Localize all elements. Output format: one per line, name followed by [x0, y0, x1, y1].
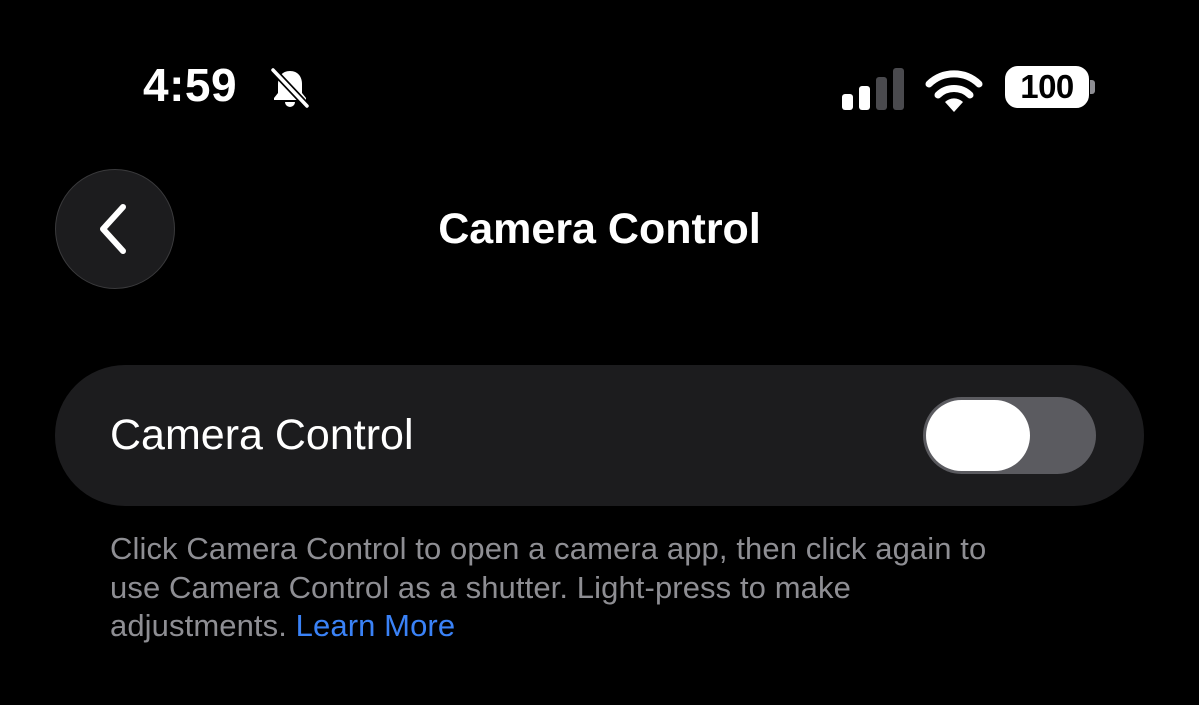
camera-control-label: Camera Control [110, 411, 414, 459]
camera-control-toggle[interactable] [923, 397, 1096, 474]
cellular-signal-icon [842, 68, 904, 110]
battery-tip [1090, 80, 1095, 94]
camera-control-row: Camera Control [55, 365, 1144, 506]
description-line-1: Click Camera Control to open a camera ap… [110, 531, 987, 566]
battery-indicator: 100 [1005, 66, 1089, 108]
camera-control-description: Click Camera Control to open a camera ap… [110, 530, 1110, 646]
learn-more-link[interactable]: Learn More [296, 608, 456, 643]
description-line-2: use Camera Control as a shutter. Light-p… [110, 569, 851, 605]
toggle-knob [926, 400, 1030, 471]
status-time: 4:59 [143, 59, 238, 111]
description-line-3-text: adjustments. [110, 608, 296, 643]
battery-level: 100 [1020, 68, 1074, 105]
bell-slash-icon [269, 66, 311, 110]
description-line-3: adjustments. Learn More [110, 607, 1110, 646]
wifi-icon [925, 70, 983, 112]
page-title: Camera Control [438, 205, 761, 253]
